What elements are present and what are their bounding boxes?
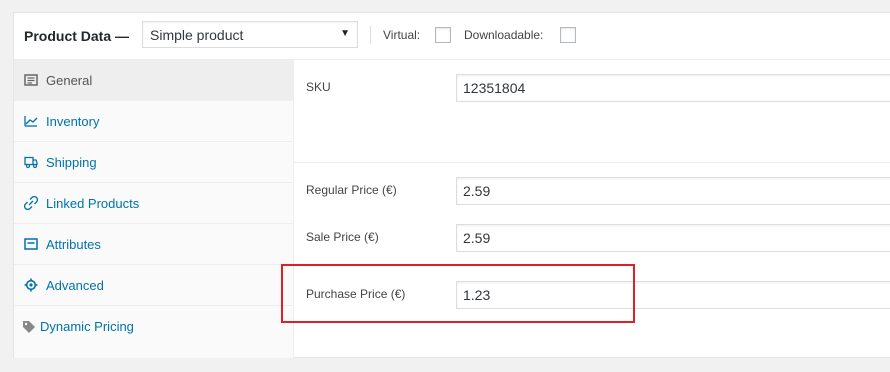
tab-attributes-label: Attributes <box>46 236 101 252</box>
downloadable-checkbox[interactable] <box>560 27 576 43</box>
inventory-icon <box>24 114 38 128</box>
virtual-checkbox[interactable] <box>435 27 451 43</box>
purchase-price-highlight <box>281 264 635 323</box>
general-icon <box>24 73 38 87</box>
sku-input[interactable]: 12351804 <box>456 74 890 102</box>
tab-shipping[interactable]: Shipping <box>14 142 293 183</box>
regular-price-value: 2.59 <box>463 183 491 199</box>
tab-advanced[interactable]: Advanced <box>14 265 293 306</box>
tab-attributes[interactable]: Attributes <box>14 224 293 265</box>
regular-price-input[interactable]: 2.59 <box>456 177 890 205</box>
product-type-value: Simple product <box>150 26 244 43</box>
link-icon <box>24 196 38 210</box>
downloadable-label: Downloadable: <box>464 28 544 42</box>
sale-price-label: Sale Price (€) <box>306 230 379 244</box>
tab-general[interactable]: General <box>14 60 293 101</box>
tab-dynamic-pricing[interactable]: Dynamic Pricing <box>14 306 293 347</box>
product-data-tabs: General Inventory Shipping Linked Produc… <box>14 60 294 358</box>
tag-icon <box>22 320 36 334</box>
tab-inventory-label: Inventory <box>46 113 100 129</box>
tab-dynamic-pricing-label: Dynamic Pricing <box>40 319 134 334</box>
sale-price-value: 2.59 <box>463 230 491 246</box>
virtual-label: Virtual: <box>383 28 421 42</box>
tab-shipping-label: Shipping <box>46 154 97 170</box>
section-divider <box>294 162 890 163</box>
product-type-select[interactable]: Simple product ▼ <box>142 21 358 48</box>
chevron-down-icon: ▼ <box>340 28 350 39</box>
tab-advanced-label: Advanced <box>46 277 104 293</box>
panel-header: Product Data — Simple product ▼ Virtual:… <box>14 13 890 60</box>
sku-label: SKU <box>306 80 331 94</box>
attributes-icon <box>24 237 38 251</box>
shipping-icon <box>24 155 38 169</box>
sku-value: 12351804 <box>463 80 526 96</box>
tab-linked-products[interactable]: Linked Products <box>14 183 293 224</box>
header-divider <box>370 26 371 44</box>
tab-general-label: General <box>46 72 93 88</box>
gear-icon <box>24 278 38 292</box>
tab-linked-products-label: Linked Products <box>46 195 140 211</box>
sale-price-input[interactable]: 2.59 <box>456 224 890 252</box>
panel-title: Product Data — <box>24 28 130 44</box>
tab-inventory[interactable]: Inventory <box>14 101 293 142</box>
regular-price-label: Regular Price (€) <box>306 183 397 197</box>
